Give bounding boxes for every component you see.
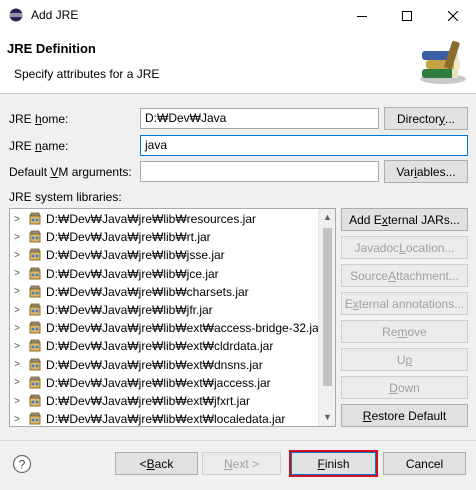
library-row[interactable]: > D:₩Dev₩Java₩jre₩lib₩jsse.jar (10, 246, 225, 264)
jar-icon (29, 303, 41, 316)
chevron-right-icon[interactable]: > (10, 414, 24, 425)
variables-button[interactable]: Var i ables... (384, 160, 468, 183)
jar-icon (29, 267, 41, 280)
up-button[interactable]: Up (341, 348, 468, 371)
library-path: D:₩Dev₩Java₩jre₩lib₩resources.jar (46, 212, 257, 226)
library-path: D:₩Dev₩Java₩jre₩lib₩ext₩cldrdata.jar (46, 339, 274, 354)
help-icon[interactable]: ? (12, 454, 32, 474)
page-title: JRE Definition (7, 41, 96, 56)
jre-libraries-tree[interactable]: > D:₩Dev₩Java₩jre₩lib₩resources.jar > D:₩De… (9, 208, 336, 427)
wizard-header: JRE Definition Specify attributes for a … (0, 31, 476, 94)
jre-home-field[interactable]: D:₩Dev₩Java (140, 108, 379, 129)
library-row[interactable]: > D:₩Dev₩Java₩jre₩lib₩ext₩dnsns.jar (10, 356, 263, 374)
chevron-right-icon[interactable]: > (10, 305, 24, 316)
library-path: D:₩Dev₩Java₩jre₩lib₩ext₩jaccess.jar (46, 375, 271, 390)
library-row[interactable]: > D:₩Dev₩Java₩jre₩lib₩ext₩jfxrt.jar (10, 392, 250, 410)
directory-button[interactable]: Director y... (384, 107, 468, 130)
cancel-button[interactable]: Cancel (383, 452, 466, 475)
page-description: Specify attributes for a JRE (14, 67, 160, 81)
library-path: D:₩Dev₩Java₩jre₩lib₩ext₩localedata.jar (46, 412, 286, 427)
jar-icon (29, 212, 41, 225)
window-title: Add JRE (31, 8, 79, 22)
chevron-right-icon[interactable]: > (10, 268, 24, 279)
finish-button[interactable]: Finish (289, 450, 378, 477)
library-path: D:₩Dev₩Java₩jre₩lib₩charsets.jar (46, 284, 249, 299)
library-row[interactable]: > D:₩Dev₩Java₩jre₩lib₩ext₩cldrdata.jar (10, 337, 273, 355)
jar-icon (29, 376, 41, 389)
chevron-right-icon[interactable]: > (10, 232, 24, 243)
jre-name-label: JRE name: (9, 139, 69, 153)
library-row[interactable]: > D:₩Dev₩Java₩jre₩lib₩resources.jar (10, 210, 256, 228)
svg-text:?: ? (19, 458, 26, 472)
library-row[interactable]: > D:₩Dev₩Java₩jre₩lib₩jfr.jar (10, 301, 213, 319)
chevron-right-icon[interactable]: > (10, 286, 24, 297)
jar-icon (29, 412, 41, 425)
library-path: D:₩Dev₩Java₩jre₩lib₩jsse.jar (46, 248, 225, 263)
vm-arguments-field[interactable] (140, 161, 379, 182)
jar-icon (29, 285, 41, 298)
close-button[interactable] (430, 0, 476, 31)
scrollbar-thumb[interactable] (323, 228, 332, 386)
library-path: D:₩Dev₩Java₩jre₩lib₩ext₩jfxrt.jar (46, 394, 250, 408)
chevron-right-icon[interactable]: > (10, 341, 24, 352)
title-bar: Add JRE (0, 0, 476, 31)
chevron-right-icon[interactable]: > (10, 377, 24, 388)
chevron-right-icon[interactable]: > (10, 323, 24, 334)
books-icon (420, 40, 466, 84)
eclipse-icon (9, 8, 23, 22)
chevron-right-icon[interactable]: > (10, 250, 24, 261)
vm-arguments-label: Default VM arguments: (9, 165, 132, 179)
jre-name-field[interactable]: java (140, 135, 468, 156)
library-path: D:₩Dev₩Java₩jre₩lib₩rt.jar (46, 230, 211, 245)
down-button[interactable]: Down (341, 376, 468, 399)
libraries-scrollbar[interactable]: ▲ ▼ (318, 209, 335, 426)
restore-default-button[interactable]: Restore Default (341, 404, 468, 427)
library-row[interactable]: > D:₩Dev₩Java₩jre₩lib₩rt.jar (10, 228, 211, 246)
javadoc-location-button[interactable]: Javadoc Location... (341, 236, 468, 259)
jar-icon (29, 358, 41, 371)
jar-icon (29, 394, 41, 407)
minimize-button[interactable] (339, 0, 385, 31)
jar-icon (29, 248, 41, 261)
chevron-right-icon[interactable]: > (10, 396, 24, 407)
scroll-up-icon[interactable]: ▲ (319, 209, 335, 226)
library-path: D:₩Dev₩Java₩jre₩lib₩jce.jar (46, 266, 219, 281)
minimize-icon (357, 15, 367, 17)
remove-button[interactable]: Re m ove (341, 320, 468, 343)
jre-system-libraries-label: JRE system libraries: (9, 190, 122, 204)
library-row[interactable]: > D:₩Dev₩Java₩jre₩lib₩charsets.jar (10, 283, 249, 301)
chevron-right-icon[interactable]: > (10, 214, 24, 225)
library-path: D:₩Dev₩Java₩jre₩lib₩jfr.jar (46, 303, 213, 317)
footer-divider (0, 440, 476, 441)
jar-icon (29, 230, 41, 243)
jar-icon (29, 339, 41, 352)
jre-home-label: JRE home: (9, 112, 69, 126)
library-path: D:₩Dev₩Java₩jre₩lib₩ext₩access-bridge-32… (46, 321, 323, 336)
scroll-down-icon[interactable]: ▼ (319, 409, 335, 426)
source-attachment-button[interactable]: Source Attachment... (341, 264, 468, 287)
library-row[interactable]: > D:₩Dev₩Java₩jre₩lib₩ext₩jaccess.jar (10, 374, 271, 392)
chevron-right-icon[interactable]: > (10, 359, 24, 370)
library-row[interactable]: > D:₩Dev₩Java₩jre₩lib₩ext₩localedata.jar (10, 410, 286, 427)
library-row[interactable]: > D:₩Dev₩Java₩jre₩lib₩jce.jar (10, 265, 219, 283)
library-path: D:₩Dev₩Java₩jre₩lib₩ext₩dnsns.jar (46, 357, 263, 372)
library-row[interactable]: > D:₩Dev₩Java₩jre₩lib₩ext₩access-bridge-3… (10, 319, 323, 337)
back-button[interactable]: < Back (115, 452, 198, 475)
maximize-button[interactable] (384, 0, 430, 31)
maximize-icon (402, 10, 412, 21)
close-icon (448, 10, 458, 21)
add-external-jars-button[interactable]: Add Ex ternal JARs... (341, 208, 468, 231)
external-annotations-button[interactable]: Ex ternal annotations... (341, 292, 468, 315)
next-button[interactable]: Next > (202, 452, 281, 475)
jar-icon (29, 321, 41, 334)
